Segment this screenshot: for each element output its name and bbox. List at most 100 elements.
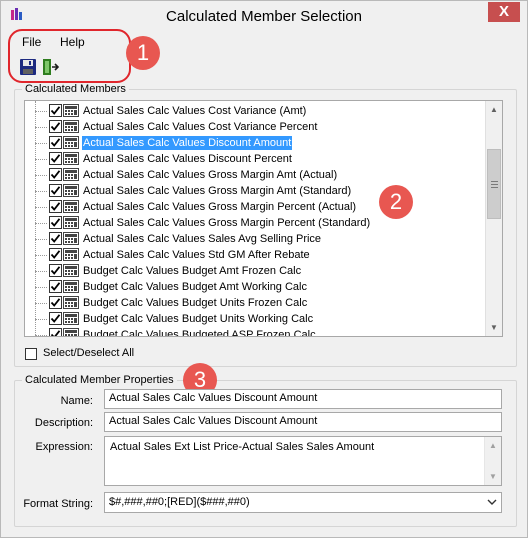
- checkmark-icon: [50, 250, 61, 259]
- member-checkbox[interactable]: [49, 168, 62, 181]
- name-field[interactable]: Actual Sales Calc Values Discount Amount: [104, 389, 502, 409]
- scroll-up-icon[interactable]: ▲: [485, 437, 501, 454]
- calculator-icon: [63, 120, 79, 133]
- member-checkbox[interactable]: [49, 216, 62, 229]
- tree-connector: [35, 239, 47, 240]
- checkmark-icon: [50, 330, 61, 336]
- expression-field[interactable]: Actual Sales Ext List Price-Actual Sales…: [104, 436, 502, 486]
- member-checkbox[interactable]: [49, 184, 62, 197]
- member-checkbox[interactable]: [49, 280, 62, 293]
- list-item[interactable]: Actual Sales Calc Values Discount Amount: [25, 135, 485, 151]
- calculator-icon: [63, 136, 79, 149]
- tree-connector: [35, 159, 47, 160]
- list-item[interactable]: Actual Sales Calc Values Discount Percen…: [25, 151, 485, 167]
- calculator-icon: [63, 232, 79, 245]
- list-item[interactable]: Actual Sales Calc Values Std GM After Re…: [25, 247, 485, 263]
- checkmark-icon: [50, 106, 61, 115]
- list-item[interactable]: Budget Calc Values Budget Units Frozen C…: [25, 295, 485, 311]
- list-item[interactable]: Budget Calc Values Budget Amt Working Ca…: [25, 279, 485, 295]
- tree-connector: [35, 271, 47, 272]
- format-string-select[interactable]: $#,###,##0;[RED]($###,##0): [104, 492, 502, 513]
- list-item[interactable]: Actual Sales Calc Values Sales Avg Selli…: [25, 231, 485, 247]
- description-field[interactable]: Actual Sales Calc Values Discount Amount: [104, 412, 502, 432]
- callout-badge-1: 1: [126, 36, 160, 70]
- member-label: Budget Calc Values Budget Amt Working Ca…: [83, 281, 307, 293]
- calculator-icon: [63, 312, 79, 325]
- list-item[interactable]: Actual Sales Calc Values Gross Margin Pe…: [25, 199, 485, 215]
- scroll-down-icon[interactable]: ▼: [486, 319, 502, 336]
- member-checkbox[interactable]: [49, 328, 62, 336]
- calculator-icon: [63, 264, 79, 277]
- tree-connector: [35, 127, 47, 128]
- member-label: Actual Sales Calc Values Std GM After Re…: [83, 249, 310, 261]
- member-checkbox[interactable]: [49, 152, 62, 165]
- scroll-down-icon[interactable]: ▼: [485, 468, 501, 485]
- list-scrollbar[interactable]: ▲ ▼: [485, 101, 502, 336]
- grip-line: [491, 187, 498, 188]
- member-label: Actual Sales Calc Values Cost Variance P…: [83, 121, 318, 133]
- list-item[interactable]: Actual Sales Calc Values Gross Margin Am…: [25, 167, 485, 183]
- tree-connector: [35, 175, 47, 176]
- calculator-icon: [63, 168, 79, 181]
- calculator-icon: [63, 184, 79, 197]
- checkmark-icon: [50, 298, 61, 307]
- calculator-icon: [63, 248, 79, 261]
- member-label: Budget Calc Values Budgeted ASP Frozen C…: [83, 329, 316, 337]
- calculator-icon: [63, 152, 79, 165]
- member-checkbox[interactable]: [49, 232, 62, 245]
- checkmark-icon: [50, 282, 61, 291]
- member-label: Actual Sales Calc Values Discount Percen…: [83, 153, 292, 165]
- select-all-label: Select/Deselect All: [43, 347, 135, 359]
- list-item[interactable]: Budget Calc Values Budgeted ASP Frozen C…: [25, 327, 485, 337]
- member-label: Actual Sales Calc Values Gross Margin Am…: [83, 185, 352, 197]
- member-label: Actual Sales Calc Values Gross Margin Pe…: [83, 201, 357, 213]
- expression-label: Expression:: [35, 441, 93, 453]
- list-item[interactable]: Actual Sales Calc Values Gross Margin Pe…: [25, 215, 485, 231]
- member-checkbox[interactable]: [49, 120, 62, 133]
- scroll-thumb[interactable]: [487, 149, 501, 219]
- expression-scrollbar[interactable]: ▲ ▼: [484, 437, 501, 485]
- expression-text: Actual Sales Ext List Price-Actual Sales…: [110, 441, 375, 453]
- list-item[interactable]: Actual Sales Calc Values Cost Variance P…: [25, 119, 485, 135]
- member-label: Budget Calc Values Budget Units Working …: [83, 313, 314, 325]
- list-item[interactable]: Actual Sales Calc Values Cost Variance (…: [25, 103, 485, 119]
- calculator-icon: [63, 216, 79, 229]
- checkmark-icon: [50, 186, 61, 195]
- window-title: Calculated Member Selection: [166, 8, 362, 25]
- member-checkbox[interactable]: [49, 200, 62, 213]
- calculator-icon: [63, 200, 79, 213]
- tree-connector: [35, 255, 47, 256]
- list-item[interactable]: Budget Calc Values Budget Units Working …: [25, 311, 485, 327]
- calculator-icon: [63, 280, 79, 293]
- select-all-checkbox[interactable]: [25, 348, 37, 360]
- tree-connector: [35, 335, 47, 336]
- calculated-members-list[interactable]: Actual Sales Calc Values Cost Variance (…: [24, 100, 503, 337]
- grip-line: [491, 184, 498, 185]
- checkmark-icon: [50, 154, 61, 163]
- grip-line: [491, 181, 498, 182]
- member-checkbox[interactable]: [49, 136, 62, 149]
- calculated-member-selection-window: Calculated Member Selection X File Help …: [0, 0, 528, 538]
- member-checkbox[interactable]: [49, 248, 62, 261]
- tree-connector: [35, 191, 47, 192]
- checkmark-icon: [50, 314, 61, 323]
- format-string-label: Format String:: [23, 498, 93, 510]
- checkmark-icon: [50, 170, 61, 179]
- checkmark-icon: [50, 266, 61, 275]
- format-string-value: $#,###,##0;[RED]($###,##0): [109, 496, 250, 508]
- tree-connector: [35, 207, 47, 208]
- member-label: Actual Sales Calc Values Gross Margin Am…: [83, 169, 338, 181]
- close-button[interactable]: X: [488, 2, 520, 22]
- member-checkbox[interactable]: [49, 264, 62, 277]
- list-item[interactable]: Budget Calc Values Budget Amt Frozen Cal…: [25, 263, 485, 279]
- calculator-icon: [63, 296, 79, 309]
- list-item[interactable]: Actual Sales Calc Values Gross Margin Am…: [25, 183, 485, 199]
- member-checkbox[interactable]: [49, 312, 62, 325]
- scroll-up-icon[interactable]: ▲: [486, 101, 502, 118]
- description-label: Description:: [34, 417, 93, 429]
- member-checkbox[interactable]: [49, 296, 62, 309]
- tree-connector: [35, 223, 47, 224]
- checkmark-icon: [50, 218, 61, 227]
- tree-connector: [35, 303, 47, 304]
- member-checkbox[interactable]: [49, 104, 62, 117]
